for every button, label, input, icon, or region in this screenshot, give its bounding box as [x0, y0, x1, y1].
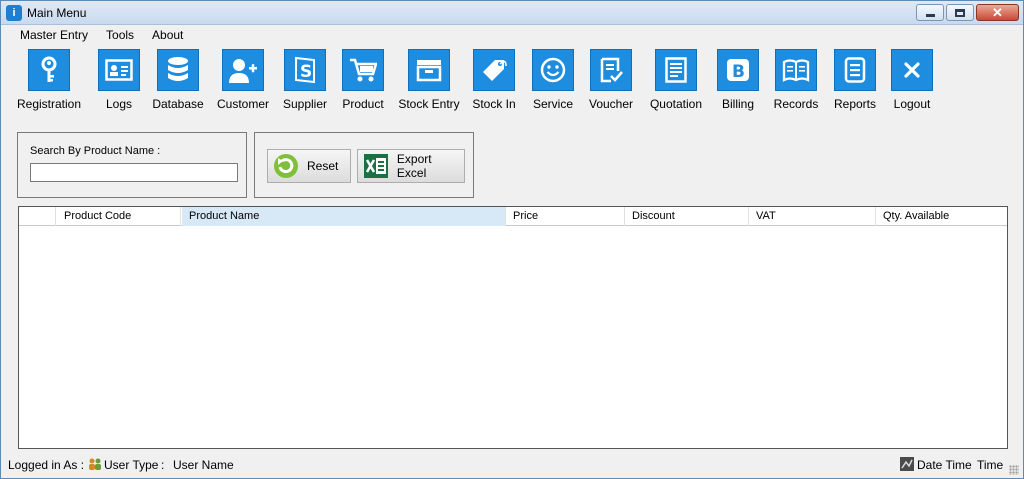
- time-value: Time: [977, 458, 1004, 472]
- resize-grip[interactable]: [1009, 465, 1019, 475]
- minimize-button[interactable]: [916, 4, 944, 21]
- minimize-icon: [925, 14, 935, 17]
- smiley-icon: [532, 49, 574, 91]
- customer-button[interactable]: Customer: [217, 49, 269, 111]
- column-product-name[interactable]: Product Name: [182, 207, 506, 226]
- service-label: Service: [532, 97, 573, 111]
- reports-button[interactable]: Reports: [834, 49, 876, 111]
- excel-icon: [361, 151, 391, 181]
- database-icon: [157, 49, 199, 91]
- export-excel-button[interactable]: Export Excel: [357, 149, 465, 183]
- voucher-label: Voucher: [588, 97, 634, 111]
- cart-icon: [342, 49, 384, 91]
- logs-label: Logs: [105, 97, 133, 111]
- maximize-button[interactable]: [946, 4, 974, 21]
- column-price[interactable]: Price: [506, 207, 625, 226]
- menu-tools[interactable]: Tools: [100, 25, 140, 45]
- quotation-button[interactable]: Quotation: [649, 49, 703, 111]
- voucher-button[interactable]: Voucher: [588, 49, 634, 111]
- status-bar: Logged in As : User Type : User Name Dat…: [1, 453, 1023, 478]
- main-toolbar: Registration Logs Database Customer S Su…: [1, 49, 1023, 115]
- user-type-value: User Type: [104, 458, 159, 472]
- svg-text:S: S: [300, 62, 312, 82]
- database-label: Database: [152, 97, 204, 111]
- stock-in-button[interactable]: Stock In: [472, 49, 516, 111]
- records-label: Records: [773, 97, 819, 111]
- status-separator: :: [161, 458, 165, 472]
- column-vat[interactable]: VAT: [749, 207, 876, 226]
- logout-button[interactable]: Logout: [891, 49, 933, 111]
- billing-label: Billing: [721, 97, 754, 111]
- supplier-button[interactable]: S Supplier: [282, 49, 328, 111]
- title-bar[interactable]: i Main Menu ✕: [1, 1, 1023, 25]
- database-button[interactable]: Database: [152, 49, 204, 111]
- menu-bar: Master Entry Tools About: [1, 25, 1023, 45]
- logout-label: Logout: [893, 97, 931, 111]
- billing-button[interactable]: B Billing: [717, 49, 759, 111]
- menu-master-entry[interactable]: Master Entry: [14, 25, 94, 45]
- column-discount[interactable]: Discount: [625, 207, 749, 226]
- row-selector-header[interactable]: [19, 207, 56, 226]
- export-excel-label: Export Excel: [396, 152, 432, 180]
- stock-entry-button[interactable]: Stock Entry: [398, 49, 460, 111]
- inbox-icon: [408, 49, 450, 91]
- registration-button[interactable]: Registration: [16, 49, 82, 111]
- add-user-icon: [222, 49, 264, 91]
- clock-icon: [900, 457, 914, 471]
- b-letter-icon: B: [717, 49, 759, 91]
- close-window-button[interactable]: ✕: [976, 4, 1019, 21]
- column-qty-available[interactable]: Qty. Available: [876, 207, 1007, 226]
- logged-in-label: Logged in As :: [8, 458, 85, 472]
- product-button[interactable]: Product: [342, 49, 384, 111]
- refresh-icon: [271, 151, 301, 181]
- product-label: Product: [342, 97, 384, 111]
- column-product-code[interactable]: Product Code: [57, 207, 181, 226]
- reports-label: Reports: [833, 97, 877, 111]
- stock-entry-label: Stock Entry: [398, 97, 460, 111]
- date-time-value: Date Time: [917, 458, 972, 472]
- menu-about[interactable]: About: [146, 25, 189, 45]
- id-card-icon: [98, 49, 140, 91]
- registration-label: Registration: [16, 97, 82, 111]
- actions-group: Reset Export Excel: [254, 132, 474, 198]
- quotation-label: Quotation: [649, 97, 703, 111]
- main-window: i Main Menu ✕ Master Entry Tools About R…: [0, 0, 1024, 479]
- reset-button[interactable]: Reset: [267, 149, 351, 183]
- report-icon: [834, 49, 876, 91]
- records-button[interactable]: Records: [773, 49, 819, 111]
- document-icon: [655, 49, 697, 91]
- supplier-s-icon: S: [284, 49, 326, 91]
- products-grid[interactable]: Product Code Product Name Price Discount…: [18, 206, 1008, 449]
- window-title: Main Menu: [27, 6, 87, 20]
- close-icon: ✕: [992, 5, 1003, 20]
- maximize-icon: [955, 8, 965, 17]
- search-group: Search By Product Name :: [17, 132, 247, 198]
- book-icon: [775, 49, 817, 91]
- close-icon: [891, 49, 933, 91]
- search-label: Search By Product Name :: [30, 145, 161, 157]
- app-logo-icon: i: [6, 5, 22, 21]
- search-input[interactable]: [30, 163, 238, 182]
- users-icon: [88, 457, 102, 471]
- customer-label: Customer: [217, 97, 270, 111]
- stock-in-label: Stock In: [472, 97, 516, 111]
- tag-icon: [473, 49, 515, 91]
- user-name-value: User Name: [173, 458, 234, 472]
- logs-button[interactable]: Logs: [98, 49, 140, 111]
- grid-header: Product Code Product Name Price Discount…: [19, 207, 1007, 226]
- service-button[interactable]: Service: [532, 49, 574, 111]
- reset-label: Reset: [307, 159, 339, 173]
- svg-text:B: B: [732, 62, 745, 82]
- supplier-label: Supplier: [282, 97, 328, 111]
- key-icon: [28, 49, 70, 91]
- checklist-icon: [590, 49, 632, 91]
